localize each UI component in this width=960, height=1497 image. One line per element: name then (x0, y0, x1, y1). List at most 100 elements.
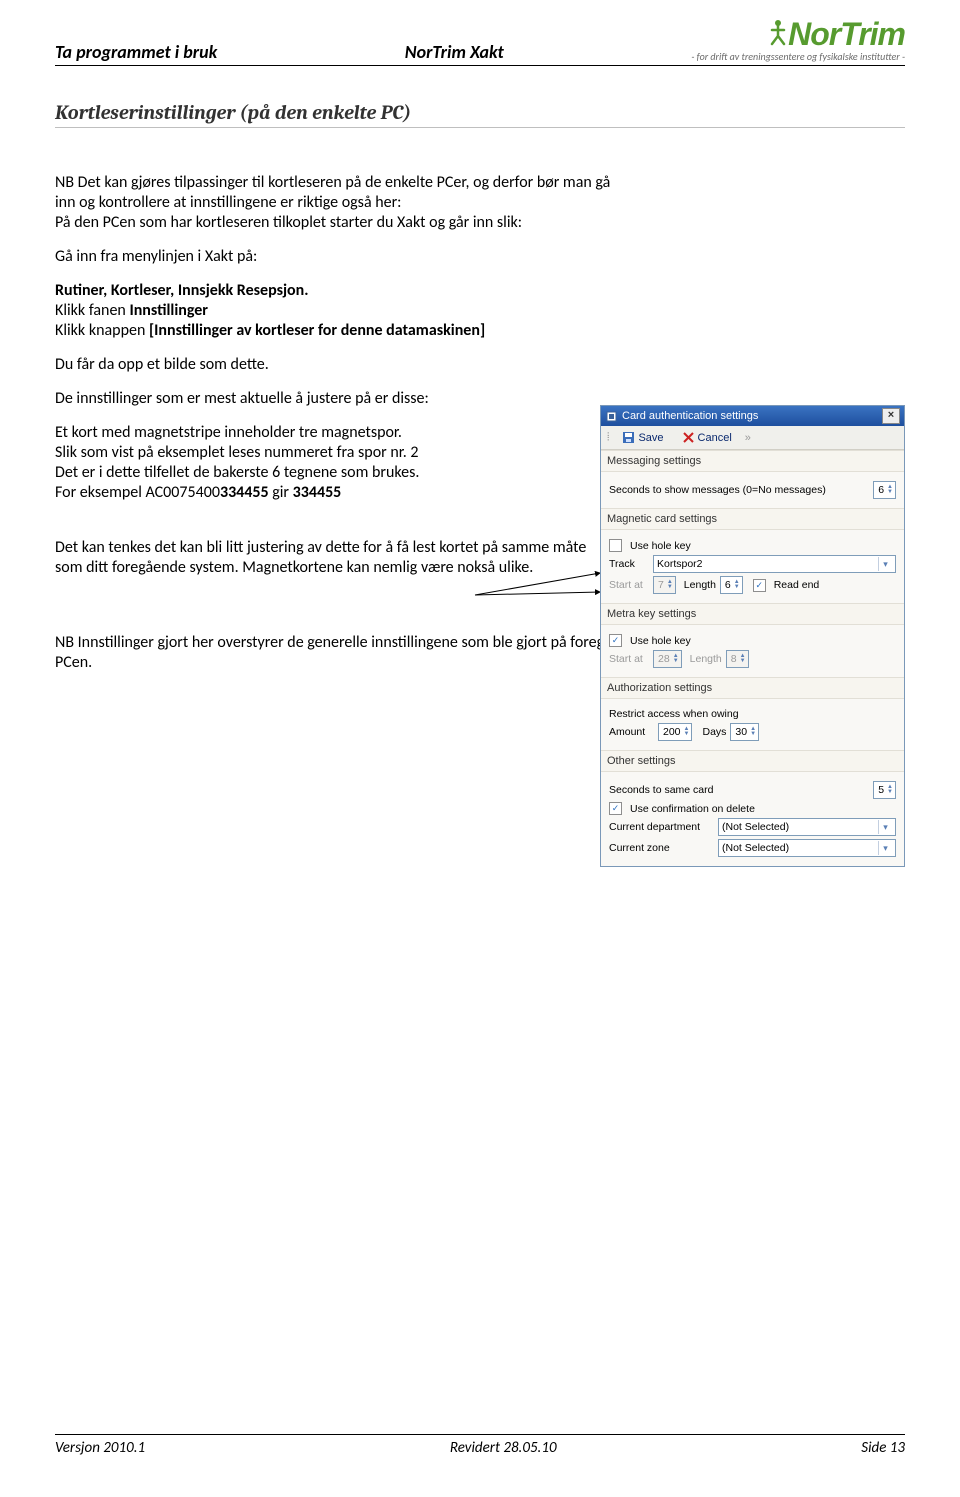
settings-dialog: Card authentication settings × ⦙ Save Ca… (600, 405, 905, 867)
section-body-auth: Restrict access when owing Amount 200 ▲▼… (601, 699, 904, 750)
label: Start at (609, 653, 649, 665)
value: 6 (878, 484, 884, 496)
spinner-arrows-icon: ▲▼ (740, 654, 746, 664)
spinner-arrows-icon: ▲▼ (667, 580, 673, 590)
label: Seconds to same card (609, 784, 869, 796)
value: (Not Selected) (722, 841, 789, 855)
paragraph: NB Det kan gjøres tilpassinger til kortl… (55, 173, 615, 233)
days-spinner[interactable]: 30 ▲▼ (730, 723, 759, 741)
value: 6 (725, 579, 731, 591)
seconds-same-card-spinner[interactable]: 5 ▲▼ (873, 781, 896, 799)
value: 8 (731, 653, 737, 665)
paragraph: Et kort med magnetstripe inneholder tre … (55, 423, 615, 503)
footer-right: Side 13 (861, 1439, 905, 1457)
spinner-arrows-icon: ▲▼ (887, 785, 893, 795)
value: (Not Selected) (722, 820, 789, 834)
cancel-button[interactable]: Cancel (677, 429, 737, 446)
zone-combo[interactable]: (Not Selected) ▾ (718, 839, 896, 857)
length-spinner[interactable]: 6 ▲▼ (720, 576, 743, 594)
section-header-other: Other settings (601, 750, 904, 772)
label: Use hole key (630, 635, 691, 647)
gear-icon (605, 410, 618, 423)
text: På den PCen som har kortleseren tilkople… (55, 213, 522, 232)
text: Klikk fanen (55, 301, 129, 320)
page-header: Ta programmet i bruk NorTrim Xakt NorTri… (55, 18, 905, 66)
row: Start at 7 ▲▼ Length 6 ▲▼ ✓ Read end (609, 576, 896, 594)
header-right: NorTrim - for drift av treningssentere o… (691, 18, 905, 63)
text: gir (269, 483, 293, 502)
row: ✓ Use confirmation on delete (609, 802, 896, 815)
row: Current department (Not Selected) ▾ (609, 818, 896, 836)
row: Start at 28 ▲▼ Length 8 ▲▼ (609, 650, 896, 668)
spinner-arrows-icon: ▲▼ (750, 727, 756, 737)
row: Use hole key (609, 539, 896, 552)
paragraph: Gå inn fra menylinjen i Xakt på: (55, 247, 615, 267)
messages-seconds-spinner[interactable]: 6 ▲▼ (873, 481, 896, 499)
annotation-arrow (475, 570, 605, 620)
value: Kortspor2 (657, 557, 703, 571)
read-end-checkbox[interactable]: ✓ (753, 579, 766, 592)
confirm-delete-checkbox[interactable]: ✓ (609, 802, 622, 815)
metra-use-hole-key-checkbox[interactable]: ✓ (609, 634, 622, 647)
chevron-down-icon: ▾ (878, 557, 892, 571)
brand-tagline: - for drift av treningssentere og fysika… (691, 50, 905, 63)
paragraph: De innstillinger som er mest aktuelle å … (55, 389, 615, 409)
label: Current department (609, 821, 714, 833)
row: Amount 200 ▲▼ Days 30 ▲▼ (609, 723, 896, 741)
amount-spinner[interactable]: 200 ▲▼ (658, 723, 692, 741)
text: Innstillinger (129, 301, 208, 320)
start-at-spinner[interactable]: 7 ▲▼ (653, 576, 676, 594)
spinner-arrows-icon: ▲▼ (734, 580, 740, 590)
use-hole-key-checkbox[interactable] (609, 539, 622, 552)
text: Det er i dette tilfellet de bakerste 6 t… (55, 463, 419, 482)
section-body-other: Seconds to same card 5 ▲▼ ✓ Use confirma… (601, 772, 904, 866)
label: Days (702, 726, 726, 738)
section-header-metra: Metra key settings (601, 603, 904, 625)
value: 200 (663, 726, 681, 738)
paragraph: Du får da opp et bilde som dette. (55, 355, 615, 375)
paragraph: Rutiner, Kortleser, Innsjekk Resepsjon. … (55, 281, 615, 341)
dialog-titlebar[interactable]: Card authentication settings × (601, 406, 904, 426)
body-content: NB Det kan gjøres tilpassinger til kortl… (55, 173, 615, 578)
cancel-label: Cancel (698, 432, 732, 444)
row: Seconds to same card 5 ▲▼ (609, 781, 896, 799)
value: 5 (878, 784, 884, 796)
row: ✓ Use hole key (609, 634, 896, 647)
spinner-arrows-icon: ▲▼ (887, 485, 893, 495)
header-center: NorTrim Xakt (405, 41, 504, 63)
chevron-down-icon: ▾ (878, 841, 892, 855)
label: Amount (609, 726, 654, 738)
dialog-toolbar: ⦙ Save Cancel » (601, 426, 904, 450)
text: For eksempel AC0075400 (55, 483, 220, 502)
section-body-metra: ✓ Use hole key Start at 28 ▲▼ Length 8 ▲… (601, 625, 904, 677)
save-button[interactable]: Save (617, 429, 668, 446)
header-left: Ta programmet i bruk (55, 41, 217, 63)
metra-length-spinner[interactable]: 8 ▲▼ (726, 650, 749, 668)
department-combo[interactable]: (Not Selected) ▾ (718, 818, 896, 836)
close-icon[interactable]: × (882, 408, 900, 424)
section-header-magnetic: Magnetic card settings (601, 508, 904, 530)
text: NB Det kan gjøres tilpassinger til kortl… (55, 173, 610, 212)
value: 28 (658, 653, 670, 665)
label: Current zone (609, 842, 714, 854)
value: 30 (735, 726, 747, 738)
label: Seconds to show messages (0=No messages) (609, 484, 869, 496)
row: Seconds to show messages (0=No messages)… (609, 481, 896, 499)
label: Length (684, 579, 716, 591)
metra-start-spinner[interactable]: 28 ▲▼ (653, 650, 682, 668)
cancel-icon (682, 431, 695, 444)
text: Rutiner, Kortleser, Innsjekk Resepsjon. (55, 281, 309, 300)
footer-center: Revidert 28.05.10 (450, 1439, 557, 1457)
brand-text: NorTrim (788, 16, 905, 52)
row: Current zone (Not Selected) ▾ (609, 839, 896, 857)
track-combo[interactable]: Kortspor2 ▾ (653, 555, 896, 573)
page-footer: Versjon 2010.1 Revidert 28.05.10 Side 13 (55, 1434, 905, 1457)
row: Restrict access when owing (609, 708, 896, 720)
text: [Innstillinger av kortleser for denne da… (149, 321, 485, 340)
chevron-down-icon: ▾ (878, 820, 892, 834)
text: 334455 (220, 483, 269, 502)
text: Klikk knappen (55, 321, 149, 340)
save-icon (622, 431, 635, 444)
label: Track (609, 558, 649, 570)
spinner-arrows-icon: ▲▼ (673, 654, 679, 664)
